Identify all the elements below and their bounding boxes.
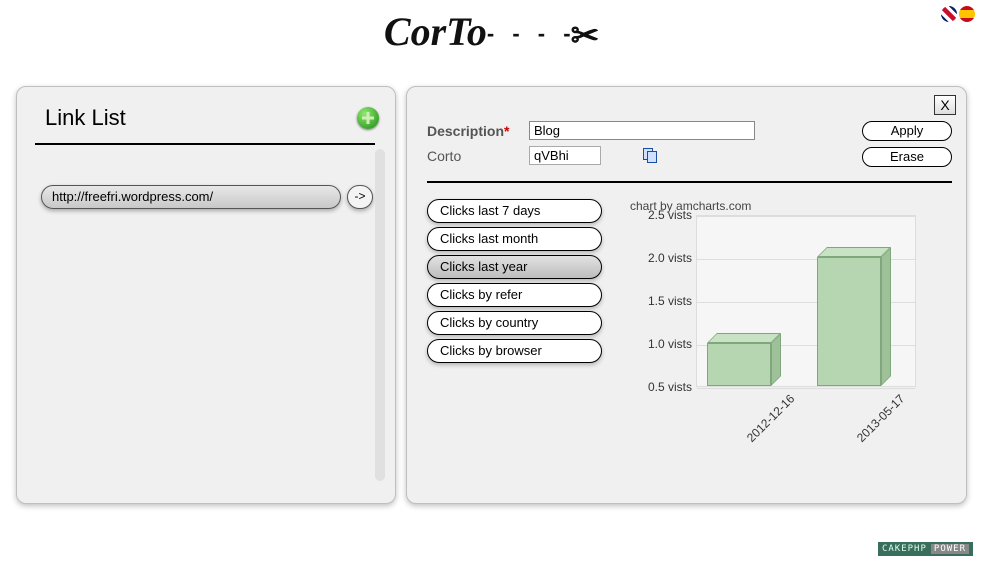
logo-text: CorTo: [384, 9, 487, 54]
filter-1[interactable]: Clicks last month: [427, 227, 602, 251]
filter-4[interactable]: Clicks by country: [427, 311, 602, 335]
logo-dash: - - - -: [487, 21, 577, 46]
detail-panel: X Description* Corto Apply Erase Click: [406, 86, 967, 504]
flag-es-icon[interactable]: [959, 6, 975, 22]
add-link-button[interactable]: [357, 107, 379, 129]
link-list-panel: Link List http://freefri.wordpress.com/ …: [16, 86, 396, 504]
x-tick: 2012-12-16: [744, 392, 797, 445]
link-go-button[interactable]: ->: [347, 185, 373, 209]
y-tick: 0.5 vists: [648, 380, 692, 394]
filter-list: Clicks last 7 days Clicks last month Click…: [427, 199, 602, 459]
badge-power: POWER: [931, 544, 969, 554]
description-label: Description*: [427, 123, 519, 139]
language-flags: [941, 6, 975, 22]
flag-en-icon[interactable]: [941, 6, 957, 22]
copy-icon[interactable]: [643, 148, 659, 164]
x-tick: 2013-05-17: [854, 392, 907, 445]
link-url-pill[interactable]: http://freefri.wordpress.com/: [41, 185, 341, 209]
link-list-title: Link List: [35, 105, 126, 131]
header-logo: CorTo- - - -✂: [0, 0, 983, 56]
cakephp-badge: CAKEPHP POWER: [878, 542, 973, 556]
filter-0[interactable]: Clicks last 7 days: [427, 199, 602, 223]
chart-bar: [817, 257, 891, 386]
description-input[interactable]: [529, 121, 755, 140]
divider: [427, 181, 952, 183]
chart-plot-area: [696, 215, 916, 387]
filter-2[interactable]: Clicks last year: [427, 255, 602, 279]
link-row: http://freefri.wordpress.com/ ->: [41, 185, 385, 209]
erase-button[interactable]: Erase: [862, 147, 952, 167]
filter-5[interactable]: Clicks by browser: [427, 339, 602, 363]
y-tick: 1.5 vists: [648, 294, 692, 308]
badge-cake: CAKEPHP: [882, 544, 927, 554]
apply-button[interactable]: Apply: [862, 121, 952, 141]
scrollbar[interactable]: [375, 149, 385, 481]
y-tick: 2.5 vists: [648, 208, 692, 222]
y-tick: 2.0 vists: [648, 251, 692, 265]
y-tick: 1.0 vists: [648, 337, 692, 351]
clicks-chart: chart by amcharts.com 0.5 vists1.0 vists…: [624, 199, 934, 459]
close-button[interactable]: X: [934, 95, 956, 115]
filter-3[interactable]: Clicks by refer: [427, 283, 602, 307]
corto-label: Corto: [427, 148, 519, 164]
scissors-icon: ✂: [571, 18, 600, 55]
chart-bar: [707, 343, 781, 386]
corto-input[interactable]: [529, 146, 601, 165]
